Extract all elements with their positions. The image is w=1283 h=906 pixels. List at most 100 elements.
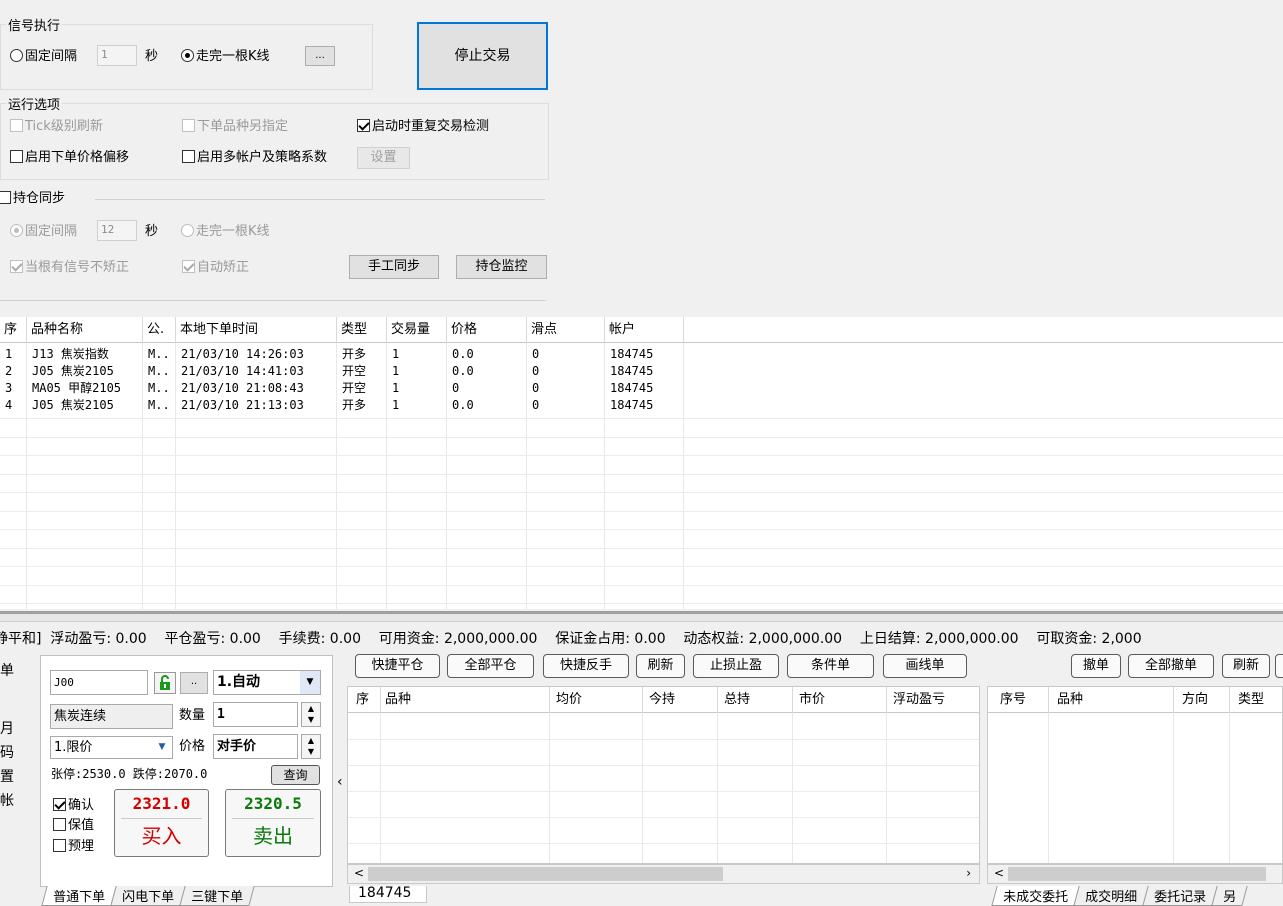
sync-interval-input[interactable]: 12 [97, 220, 137, 241]
scroll-thumb[interactable] [1008, 867, 1266, 881]
position-sync-checkbox[interactable]: 持仓同步 [0, 190, 65, 208]
tab-fill-details[interactable]: 成交明细 [1073, 886, 1149, 906]
tab-unfilled-orders[interactable]: 未成交委托 [991, 886, 1080, 906]
qty-input[interactable]: 1 [213, 702, 298, 727]
tab-other[interactable]: 另 [1211, 886, 1248, 906]
col-header[interactable]: 序号 [988, 687, 1049, 713]
price-input[interactable]: 对手价 [213, 734, 298, 759]
entrust-toolbar-button[interactable]: 撤单 [1071, 654, 1121, 678]
price-stepper[interactable]: ▲ ▼ [301, 734, 321, 759]
left-label[interactable]: 码 [0, 742, 14, 762]
col-header[interactable]: 公. [143, 317, 176, 343]
entrust-hscrollbar[interactable]: < [987, 864, 1283, 884]
qty-stepper[interactable]: ▲ ▼ [301, 702, 321, 727]
no-correct-label: 当根有信号不矫正 [25, 260, 130, 275]
position-toolbar-button[interactable]: 条件单 [787, 654, 874, 678]
checkbox-icon [53, 818, 66, 831]
auto-correct-checkbox[interactable]: 自动矫正 [182, 259, 249, 277]
scroll-left-icon[interactable]: < [994, 866, 1004, 880]
positions-hscrollbar[interactable]: < › [347, 864, 980, 884]
left-label[interactable]: 单 [0, 660, 14, 680]
query-button[interactable]: 查询 [271, 765, 320, 785]
col-header[interactable]: 品种名称 [27, 317, 143, 343]
chevron-down-icon[interactable]: ▼ [152, 737, 172, 758]
contract-more-button[interactable]: .. [180, 672, 208, 694]
manual-sync-button[interactable]: 手工同步 [349, 255, 439, 279]
position-toolbar-button[interactable]: 全部平仓 [447, 654, 534, 678]
position-toolbar-button[interactable]: 画线单 [883, 654, 967, 678]
alt-product-checkbox[interactable]: 下单品种另指定 [182, 118, 288, 136]
contract-input[interactable]: J00 [50, 670, 148, 695]
sync-fixed-interval-radio[interactable]: 固定间隔 [10, 223, 77, 241]
col-header[interactable]: 序 [0, 317, 27, 343]
tick-refresh-checkbox[interactable]: Tick级别刷新 [10, 118, 103, 136]
grid-line [1048, 713, 1049, 863]
startup-check-label: 启动时重复交易检测 [372, 119, 490, 134]
left-label[interactable]: 月 [0, 718, 14, 738]
sell-button[interactable]: 2320.5 卖出 [225, 789, 321, 857]
position-toolbar-button[interactable]: 刷新 [636, 654, 685, 678]
position-monitor-button[interactable]: 持仓监控 [456, 255, 547, 279]
left-label[interactable]: 帐 [0, 790, 14, 810]
grid-line [717, 713, 718, 863]
signal-more-button[interactable]: ... [305, 46, 335, 66]
tab-flash-order[interactable]: 闪电下单 [110, 886, 186, 906]
col-header[interactable]: 总持 [718, 687, 793, 713]
price-type-select[interactable]: 1.限价 ▼ [50, 736, 173, 759]
col-header[interactable]: 本地下单时间 [176, 317, 337, 343]
confirm-checkbox[interactable]: 确认 [53, 797, 94, 815]
orders-table[interactable]: 序 品种名称 公. 本地下单时间 类型 交易量 价格 滑点 帐户 1 J13 焦炭… [0, 317, 1283, 609]
position-toolbar-button[interactable]: 快捷反手 [543, 654, 629, 678]
col-header[interactable]: 帐户 [605, 317, 684, 343]
scroll-thumb[interactable] [368, 867, 723, 881]
table-cell: 0 [532, 364, 540, 378]
entrust-table[interactable]: 序号 品种 方向 类型 [987, 686, 1283, 864]
stop-trading-button[interactable]: 停止交易 [417, 22, 548, 90]
col-header[interactable]: 方向 [1174, 687, 1230, 713]
col-header[interactable]: 市价 [793, 687, 887, 713]
tab-three-key-order[interactable]: 三键下单 [179, 886, 255, 906]
multi-account-checkbox[interactable]: 启用多帐户及策略系数 [182, 149, 327, 167]
price-offset-checkbox[interactable]: 启用下单价格偏移 [10, 149, 129, 167]
sync-per-kline-radio[interactable]: 走完一根K线 [181, 223, 270, 241]
hedge-checkbox[interactable]: 保值 [53, 817, 94, 835]
scroll-right-icon[interactable]: › [966, 866, 971, 880]
col-header[interactable]: 均价 [550, 687, 643, 713]
order-mode-select[interactable]: 1.自动 ▼ [213, 670, 321, 695]
table-cell: 21/03/10 21:08:43 [181, 381, 304, 395]
lock-icon[interactable] [154, 672, 176, 694]
preset-checkbox[interactable]: 预埋 [53, 838, 94, 856]
col-header[interactable]: 品种 [381, 687, 550, 713]
col-header[interactable]: 滑点 [527, 317, 605, 343]
col-header[interactable]: 类型 [337, 317, 387, 343]
signal-interval-input[interactable]: 1 [97, 45, 137, 66]
signal-per-kline-radio[interactable]: 走完一根K线 [181, 48, 270, 66]
tab-order-records[interactable]: 委托记录 [1142, 886, 1218, 906]
signal-fixed-interval-radio[interactable]: 固定间隔 [10, 48, 77, 66]
entrust-toolbar-button[interactable]: 全部撤单 [1128, 654, 1214, 678]
col-header[interactable]: 今持 [643, 687, 718, 713]
positions-table[interactable]: 序 品种 均价 今持 总持 市价 浮动盈亏 [347, 686, 980, 864]
position-toolbar-button[interactable]: 止损止盈 [693, 654, 779, 678]
col-header[interactable]: 序 [348, 687, 381, 713]
settings-button[interactable]: 设置 [357, 147, 410, 169]
left-label[interactable]: 置 [0, 766, 14, 786]
entrust-toolbar-button-clipped[interactable] [1275, 654, 1283, 678]
col-header[interactable]: 品种 [1049, 687, 1174, 713]
account-tab[interactable]: 184745 [349, 886, 427, 903]
col-header[interactable]: 类型 [1230, 687, 1282, 713]
row-line [0, 473, 1283, 475]
entrust-toolbar-button[interactable]: 刷新 [1222, 654, 1270, 678]
col-header[interactable]: 价格 [447, 317, 527, 343]
col-header[interactable]: 交易量 [387, 317, 447, 343]
startup-check-checkbox[interactable]: 启动时重复交易检测 [357, 118, 489, 136]
no-correct-checkbox[interactable]: 当根有信号不矫正 [10, 259, 129, 277]
position-sync-title: 持仓同步 [13, 191, 66, 206]
col-header[interactable]: 浮动盈亏 [887, 687, 979, 713]
scroll-left-icon[interactable]: < [354, 866, 364, 880]
chevron-down-icon[interactable]: ▼ [300, 671, 320, 694]
buy-button[interactable]: 2321.0 买入 [114, 789, 209, 857]
collapse-left-icon[interactable]: ‹ [337, 773, 343, 791]
position-toolbar-button[interactable]: 快捷平仓 [355, 654, 440, 678]
tab-normal-order[interactable]: 普通下单 [41, 886, 117, 906]
